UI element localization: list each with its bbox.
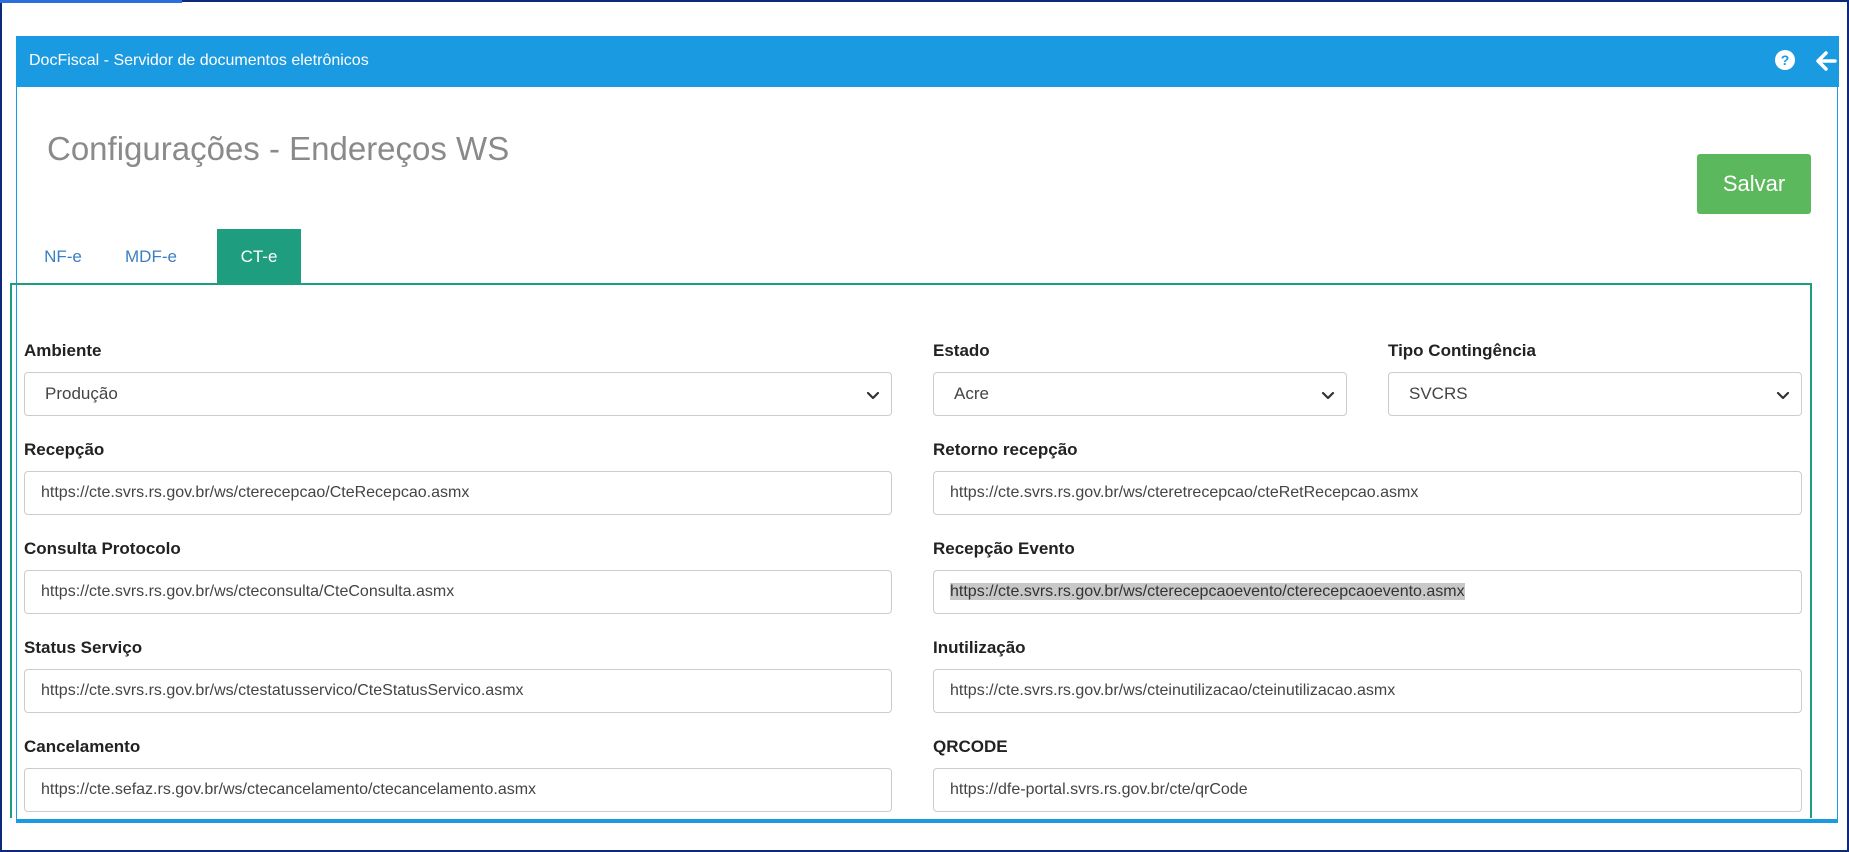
consulta-protocolo-label: Consulta Protocolo	[24, 539, 181, 558]
inutilizacao-label: Inutilização	[933, 638, 1026, 657]
bottom-border	[16, 819, 1838, 823]
estado-select[interactable]: Acre	[933, 372, 1347, 416]
status-servico-label: Status Serviço	[24, 638, 143, 657]
recepcao-input[interactable]: https://cte.svrs.rs.gov.br/ws/cterecepca…	[24, 471, 892, 515]
navbar: DocFiscal - Servidor de documentos eletr…	[17, 36, 1839, 87]
selected-text: https://cte.svrs.rs.gov.br/ws/cterecepca…	[950, 583, 1465, 600]
chevron-down-icon	[866, 391, 880, 400]
status-servico-input[interactable]: https://cte.svrs.rs.gov.br/ws/ctestatuss…	[24, 669, 892, 713]
cte-settings-panel: Ambiente Produção Estado Acre Tipo Conti…	[10, 283, 1812, 818]
tab-cte[interactable]: CT-e	[217, 229, 301, 284]
consulta-protocolo-input[interactable]: https://cte.svrs.rs.gov.br/ws/cteconsult…	[24, 570, 892, 614]
arrow-left-icon[interactable]	[1815, 49, 1837, 73]
tab-mdfe[interactable]: MDF-e	[112, 229, 190, 284]
inutilizacao-input[interactable]: https://cte.svrs.rs.gov.br/ws/cteinutili…	[933, 669, 1802, 713]
ambiente-value: Produção	[45, 384, 118, 403]
retorno-recepcao-input[interactable]: https://cte.svrs.rs.gov.br/ws/cteretrece…	[933, 471, 1802, 515]
qrcode-input[interactable]: https://dfe-portal.svrs.rs.gov.br/cte/qr…	[933, 768, 1802, 812]
tab-nfe[interactable]: NF-e	[34, 229, 92, 284]
ambiente-select[interactable]: Produção	[24, 372, 892, 416]
chevron-down-icon	[1321, 391, 1335, 400]
tipo-contingencia-value: SVCRS	[1409, 384, 1468, 403]
qrcode-label: QRCODE	[933, 737, 1008, 756]
tipo-contingencia-label: Tipo Contingência	[1388, 341, 1536, 360]
chevron-down-icon	[1776, 391, 1790, 400]
recepcao-evento-input[interactable]: https://cte.svrs.rs.gov.br/ws/cterecepca…	[933, 570, 1802, 614]
tipo-contingencia-select[interactable]: SVCRS	[1388, 372, 1802, 416]
recepcao-label: Recepção	[24, 440, 105, 459]
help-icon[interactable]: ?	[1775, 50, 1795, 70]
retorno-recepcao-label: Retorno recepção	[933, 440, 1078, 459]
save-button[interactable]: Salvar	[1697, 154, 1811, 214]
estado-label: Estado	[933, 341, 990, 360]
page-title: Configurações - Endereços WS	[47, 130, 510, 167]
cancelamento-input[interactable]: https://cte.sefaz.rs.gov.br/ws/ctecancel…	[24, 768, 892, 812]
tab-bar: NF-e MDF-e CT-e	[10, 229, 1812, 284]
estado-value: Acre	[954, 384, 989, 403]
cancelamento-label: Cancelamento	[24, 737, 141, 756]
top-accent-bar	[0, 0, 182, 3]
ambiente-label: Ambiente	[24, 341, 102, 360]
app-title: DocFiscal - Servidor de documentos eletr…	[29, 52, 369, 69]
recepcao-evento-label: Recepção Evento	[933, 539, 1075, 558]
